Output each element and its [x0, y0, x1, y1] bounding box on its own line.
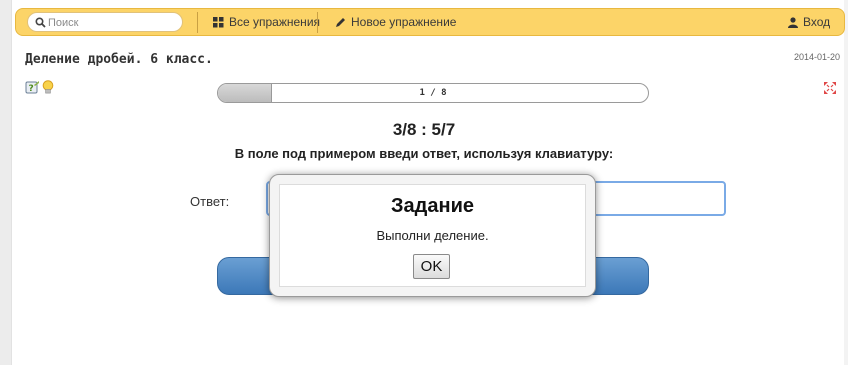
- grid-icon: [213, 16, 224, 27]
- progress-label: 1 / 8: [419, 88, 447, 98]
- all-exercises-label: Все упражнения: [229, 15, 321, 29]
- new-exercise-link[interactable]: Новое упражнение: [335, 15, 456, 29]
- progress-bar: 1 / 8: [217, 83, 649, 103]
- dialog-message: Выполни деление.: [376, 228, 489, 243]
- task-dialog: Задание Выполни деление. OK: [269, 174, 596, 297]
- search-input[interactable]: [48, 15, 178, 30]
- search-icon: [35, 17, 46, 28]
- instruction-text: В поле под примером введи ответ, использ…: [234, 146, 614, 161]
- new-exercise-label: Новое упражнение: [351, 15, 457, 29]
- svg-text:?: ?: [29, 84, 34, 94]
- nav-separator: [197, 12, 198, 33]
- help-icon[interactable]: ?: [25, 80, 40, 95]
- top-navigation-bar: Все упражнения Новое упражнение Вход: [15, 8, 845, 36]
- login-link[interactable]: Вход: [788, 15, 830, 29]
- task-dialog-body: Задание Выполни деление. OK: [279, 184, 586, 287]
- answer-label: Ответ:: [190, 194, 230, 209]
- search-box[interactable]: [27, 12, 183, 32]
- left-margin: [0, 0, 12, 365]
- problem-expression: 3/8 : 5/7: [392, 120, 456, 139]
- pencil-icon: [336, 17, 345, 27]
- tool-icons: ?: [25, 80, 54, 95]
- right-margin: [844, 0, 848, 365]
- nav-separator: [317, 12, 318, 33]
- page-title: Деление дробей. 6 класс.: [25, 52, 213, 67]
- ok-button[interactable]: OK: [413, 254, 450, 279]
- dialog-title: Задание: [391, 195, 474, 217]
- login-label: Вход: [803, 15, 831, 29]
- user-icon: [788, 16, 798, 28]
- page-date: 2014-01-20: [793, 52, 840, 62]
- fullscreen-icon[interactable]: [824, 82, 836, 94]
- all-exercises-link[interactable]: Все упражнения: [213, 15, 320, 29]
- hint-bulb-icon[interactable]: [42, 80, 54, 95]
